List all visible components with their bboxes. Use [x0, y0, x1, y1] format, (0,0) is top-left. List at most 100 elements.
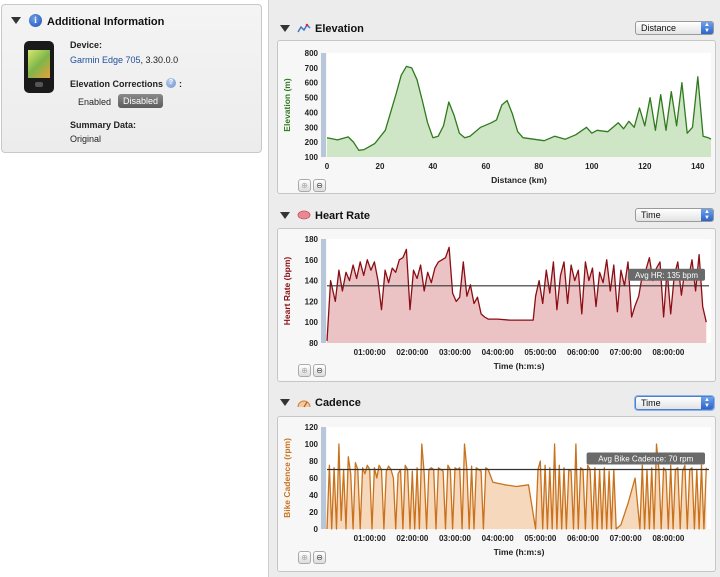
y-axis-title: Heart Rate (bpm): [282, 257, 292, 326]
enabled-option[interactable]: Enabled: [78, 97, 111, 107]
x-tick-label: 02:00:00: [396, 534, 429, 543]
select-value: Distance: [641, 23, 677, 33]
y-axis-title: Elevation (m): [282, 78, 292, 132]
elevation-header: Elevation Distance ▲ ▼: [274, 16, 717, 38]
zoom-in-button[interactable]: ⊕: [298, 551, 311, 564]
zoom-out-button[interactable]: ⊖: [313, 179, 326, 192]
y-tick-label: 140: [305, 277, 319, 286]
zoom-out-button[interactable]: ⊖: [313, 364, 326, 377]
x-tick-label: 08:00:00: [652, 348, 685, 357]
disabled-option-button[interactable]: Disabled: [118, 94, 164, 108]
disclosure-triangle-icon[interactable]: [280, 212, 290, 219]
section-title: Cadence: [315, 397, 361, 409]
x-tick-label: 01:00:00: [354, 348, 387, 357]
device-version: , 3.30.0.0: [140, 55, 179, 65]
x-tick-label: 60: [481, 162, 490, 171]
x-tick-label: 100: [585, 162, 599, 171]
heart-rate-chart[interactable]: 80 100 120 140 160 180 01:00:00 02:00:00 03:00:0…: [278, 229, 715, 381]
charts-column: Elevation Distance ▲ ▼ 100 200 300 400 500 600…: [268, 0, 720, 577]
y-tick-label: 80: [309, 339, 318, 348]
y-tick-label: 700: [305, 64, 319, 73]
x-tick-label: 05:00:00: [524, 348, 557, 357]
y-axis-title: Bike Cadence (rpm): [282, 438, 292, 518]
x-tick-label: 140: [691, 162, 705, 171]
heart-rate-header: Heart Rate Time ▲ ▼: [274, 203, 717, 225]
y-tick-label: 800: [305, 49, 319, 58]
y-tick-label: 180: [305, 235, 319, 244]
disclosure-triangle-icon[interactable]: [280, 25, 290, 32]
y-tick-label: 100: [305, 318, 319, 327]
y-tick-label: 0: [314, 525, 319, 534]
select-value: Time: [641, 210, 661, 220]
y-tick-label: 120: [305, 297, 319, 306]
device-value: Garmin Edge 705, 3.30.0.0: [70, 55, 178, 65]
x-tick-label: 02:00:00: [396, 348, 429, 357]
y-axis-scrollbar: [321, 53, 326, 157]
x-tick-label: 120: [638, 162, 652, 171]
elevation-chart[interactable]: 100 200 300 400 500 600 700 800 0 20 40 60 80 100 120 1…: [278, 41, 715, 193]
cadence-chart[interactable]: 0 20 40 60 80 100 120 01:00:00 02:00:00 03:00:00 0…: [278, 417, 715, 571]
panel-title: Additional Information: [47, 16, 165, 28]
y-tick-label: 20: [309, 508, 318, 517]
x-tick-label: 01:00:00: [354, 534, 387, 543]
y-tick-label: 160: [305, 256, 319, 265]
additional-information-panel: i Additional Information Device: Garmin …: [1, 4, 262, 153]
select-arrows-icon: ▲ ▼: [701, 22, 713, 34]
x-tick-label: 0: [325, 162, 330, 171]
cadence-chart-box: 0 20 40 60 80 100 120 01:00:00 02:00:00 03:00:00 0…: [277, 416, 716, 572]
select-arrows-icon: ▲ ▼: [701, 209, 713, 221]
section-title: Elevation: [315, 23, 364, 35]
cadence-header: Cadence Time ▲ ▼: [274, 390, 717, 412]
y-tick-label: 40: [309, 491, 318, 500]
average-label: Avg HR: 135 bpm: [635, 271, 698, 280]
x-tick-label: 20: [376, 162, 385, 171]
x-tick-label: 07:00:00: [610, 534, 643, 543]
info-icon: i: [29, 14, 42, 27]
elevation-icon: [297, 23, 311, 33]
x-tick-label: 03:00:00: [439, 534, 472, 543]
zoom-in-button[interactable]: ⊕: [298, 364, 311, 377]
device-image: [24, 41, 54, 93]
x-tick-label: 80: [534, 162, 543, 171]
x-axis-select[interactable]: Time ▲ ▼: [635, 396, 714, 410]
y-tick-label: 300: [305, 123, 319, 132]
x-tick-label: 04:00:00: [482, 348, 515, 357]
disclosure-triangle-icon[interactable]: [11, 17, 21, 24]
y-tick-label: 80: [309, 457, 318, 466]
y-tick-label: 60: [309, 474, 318, 483]
cadence-section: Cadence Time ▲ ▼ 0 20 40 60 80 100 120 01:00:00 0…: [274, 390, 717, 574]
y-tick-label: 500: [305, 94, 319, 103]
x-tick-label: 07:00:00: [610, 348, 643, 357]
x-axis-select[interactable]: Distance ▲ ▼: [635, 21, 714, 35]
app-window: i Additional Information Device: Garmin …: [0, 0, 720, 577]
device-name-link[interactable]: Garmin Edge 705: [70, 55, 141, 65]
heart-rate-section: Heart Rate Time ▲ ▼ 80 100 120 140 160 180 01:0…: [274, 203, 717, 385]
zoom-in-button[interactable]: ⊕: [298, 179, 311, 192]
y-tick-label: 600: [305, 79, 319, 88]
x-axis-title: Distance (km): [491, 175, 547, 185]
x-tick-label: 08:00:00: [652, 534, 685, 543]
x-tick-label: 06:00:00: [567, 348, 600, 357]
select-value: Time: [641, 398, 661, 408]
disclosure-triangle-icon[interactable]: [280, 399, 290, 406]
y-tick-label: 100: [305, 153, 319, 162]
y-tick-label: 200: [305, 138, 319, 147]
help-icon[interactable]: ?: [166, 78, 176, 88]
device-screen: [28, 50, 50, 78]
y-tick-label: 400: [305, 108, 319, 117]
x-axis-title: Time (h:m:s): [494, 361, 545, 371]
select-arrows-icon: ▲ ▼: [701, 397, 713, 409]
average-label: Avg Bike Cadence: 70 rpm: [598, 455, 693, 464]
device-button: [35, 82, 43, 87]
y-axis-scrollbar: [321, 427, 326, 529]
summary-data-label: Summary Data:: [70, 120, 137, 130]
summary-data-value: Original: [70, 134, 102, 144]
device-label: Device:: [70, 40, 103, 50]
x-axis-title: Time (h:m:s): [494, 547, 545, 557]
section-title: Heart Rate: [315, 210, 371, 222]
heart-icon: [297, 210, 311, 220]
zoom-out-button[interactable]: ⊖: [313, 551, 326, 564]
x-tick-label: 03:00:00: [439, 348, 472, 357]
elevation-section: Elevation Distance ▲ ▼ 100 200 300 400 500 600…: [274, 16, 717, 198]
x-axis-select[interactable]: Time ▲ ▼: [635, 208, 714, 222]
